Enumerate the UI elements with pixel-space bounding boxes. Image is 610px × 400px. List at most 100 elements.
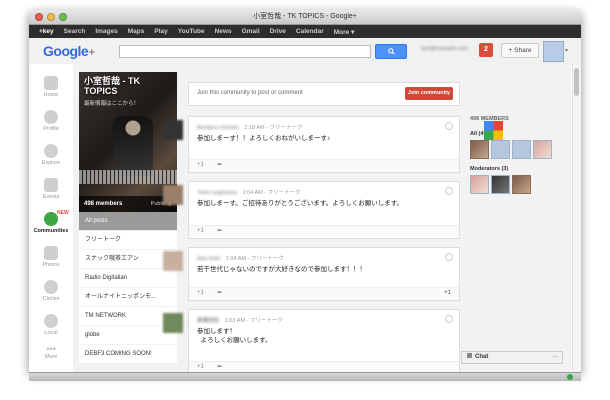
nav-more[interactable]: ••• More: [29, 344, 73, 360]
member-avatar[interactable]: [512, 140, 531, 159]
moderators-label[interactable]: Moderators (3): [470, 166, 580, 172]
plus-one-count[interactable]: +1: [444, 290, 451, 296]
gbar-images[interactable]: Images: [95, 28, 117, 35]
post-menu-icon[interactable]: [445, 122, 453, 130]
profile-icon: [44, 110, 58, 124]
post-menu-icon[interactable]: [445, 315, 453, 323]
google-plus-logo[interactable]: Google+: [43, 43, 95, 59]
category-item[interactable]: オールナイトニッポンモ…: [79, 288, 177, 307]
join-prompt: Join this community to post or comment: [197, 90, 303, 96]
search-input[interactable]: [119, 45, 371, 58]
member-avatar[interactable]: [470, 140, 489, 159]
member-avatar[interactable]: [484, 121, 503, 140]
window-title: 小室哲哉 - TK TOPICS - Google+: [253, 13, 357, 20]
share-arrow-icon[interactable]: ➦: [217, 161, 222, 168]
post-menu-icon[interactable]: [445, 253, 453, 261]
new-badge: NEW: [57, 210, 69, 216]
gbar-search[interactable]: Search: [64, 28, 86, 35]
plus-one-button[interactable]: +1: [197, 364, 204, 370]
nav-photos-label: Photos: [42, 262, 60, 268]
gbar-news[interactable]: News: [215, 28, 232, 35]
title-bar: 小室哲哉 - TK TOPICS - Google+: [29, 10, 581, 25]
nav-explore[interactable]: Explore: [29, 144, 73, 166]
category-item[interactable]: Radio Digitalian: [79, 269, 177, 288]
chat-bar[interactable]: Chat —: [461, 351, 563, 364]
member-avatar[interactable]: [533, 140, 552, 159]
post-time[interactable]: 2:18 AM: [244, 125, 264, 131]
nav-communities[interactable]: NEW Communities: [29, 210, 73, 234]
window-controls: [35, 13, 67, 21]
post-author-avatar[interactable]: [163, 251, 183, 271]
moderator-avatars: [470, 175, 580, 194]
share-arrow-icon[interactable]: ➦: [217, 227, 222, 234]
gbar-calendar[interactable]: Calendar: [296, 28, 324, 35]
post-time[interactable]: 1:04 AM: [226, 256, 246, 262]
gbar-maps[interactable]: Maps: [128, 28, 145, 35]
nav-more-label: More: [44, 354, 58, 360]
moderator-avatar[interactable]: [470, 175, 489, 194]
minimize-window-button[interactable]: [47, 13, 55, 21]
scroll-thumb[interactable]: [574, 68, 579, 96]
join-community-button[interactable]: Join community: [405, 87, 453, 100]
gbar-youtube[interactable]: YouTube: [178, 28, 205, 35]
search-button[interactable]: [375, 44, 407, 59]
nav-home[interactable]: Home: [29, 76, 73, 98]
plus-one-button[interactable]: +1: [197, 228, 204, 234]
close-window-button[interactable]: [35, 13, 43, 21]
nav-photos[interactable]: Photos: [29, 246, 73, 268]
post-author[interactable]: Yuko sugiyama: [197, 190, 237, 196]
post-header: 高橋浩和 1:03 AM - フリートーク: [197, 318, 283, 324]
post-actions: +1 ➦: [189, 361, 459, 372]
gbar-key[interactable]: +key: [39, 28, 54, 35]
category-all-posts[interactable]: All posts: [79, 212, 177, 231]
post-header: Dan Seki 1:04 AM - フリートーク: [197, 256, 284, 262]
share-button[interactable]: + Share: [501, 43, 539, 58]
category-item[interactable]: DEBF3 COMING SOON!: [79, 345, 177, 364]
post-author[interactable]: 高橋浩和: [197, 318, 219, 324]
chat-minimize-icon[interactable]: —: [552, 352, 558, 363]
search-icon: [387, 48, 395, 55]
post-time[interactable]: 1:04 AM: [243, 190, 263, 196]
post-author[interactable]: Dan Seki: [197, 256, 220, 262]
gbar-play[interactable]: Play: [154, 28, 167, 35]
nav-local[interactable]: Local: [29, 314, 73, 336]
category-item[interactable]: フリートーク: [79, 231, 177, 250]
post-actions: +1 ➦ +1: [189, 287, 459, 300]
gbar-gmail[interactable]: Gmail: [242, 28, 260, 35]
post-body: 参加しまーす。ご招待ありがとうございます。よろしくお願いします。: [197, 200, 404, 207]
plus-one-button[interactable]: +1: [197, 290, 204, 296]
member-count[interactable]: 498 members: [84, 201, 122, 207]
page-scrollbar[interactable]: [572, 64, 581, 372]
post-category[interactable]: フリートーク: [269, 125, 302, 131]
plus-one-button[interactable]: +1: [197, 162, 204, 168]
share-arrow-icon[interactable]: ➦: [217, 363, 222, 370]
member-avatar[interactable]: [491, 140, 510, 159]
user-avatar[interactable]: [543, 41, 564, 62]
post-time[interactable]: 1:03 AM: [225, 318, 245, 324]
gbar-more[interactable]: More ▾: [334, 28, 355, 36]
post-author-avatar[interactable]: [163, 313, 183, 333]
nav-circles[interactable]: Circles: [29, 280, 73, 302]
post-author-avatar[interactable]: [163, 120, 183, 140]
post-body: 参加しまーす！！よろしくおねがいしまーす♪: [197, 135, 331, 142]
cover-photo: [113, 116, 153, 176]
post-category[interactable]: フリートーク: [251, 256, 284, 262]
moderator-avatar[interactable]: [512, 175, 531, 194]
post-author[interactable]: Ryotaro nishino: [197, 125, 239, 131]
post-menu-icon[interactable]: [445, 187, 453, 195]
account-caret-icon[interactable]: ▾: [565, 47, 568, 54]
zoom-window-button[interactable]: [59, 13, 67, 21]
moderator-avatar[interactable]: [491, 175, 510, 194]
share-arrow-icon[interactable]: ➦: [217, 289, 222, 296]
post-category[interactable]: フリートーク: [250, 318, 283, 324]
gbar-drive[interactable]: Drive: [270, 28, 286, 35]
nav-events[interactable]: Events: [29, 178, 73, 200]
nav-profile[interactable]: Profile: [29, 110, 73, 132]
post-category[interactable]: フリートーク: [268, 190, 301, 196]
post-card: Dan Seki 1:04 AM - フリートーク 若干世代じゃないのですが大好…: [163, 247, 460, 301]
post-author-avatar[interactable]: [163, 185, 183, 205]
notification-count[interactable]: 2: [479, 43, 493, 57]
post-header: Ryotaro nishino 2:18 AM - フリートーク: [197, 125, 303, 131]
user-email-blurred[interactable]: tani@example.com: [421, 46, 476, 52]
nav-explore-label: Explore: [41, 160, 61, 166]
